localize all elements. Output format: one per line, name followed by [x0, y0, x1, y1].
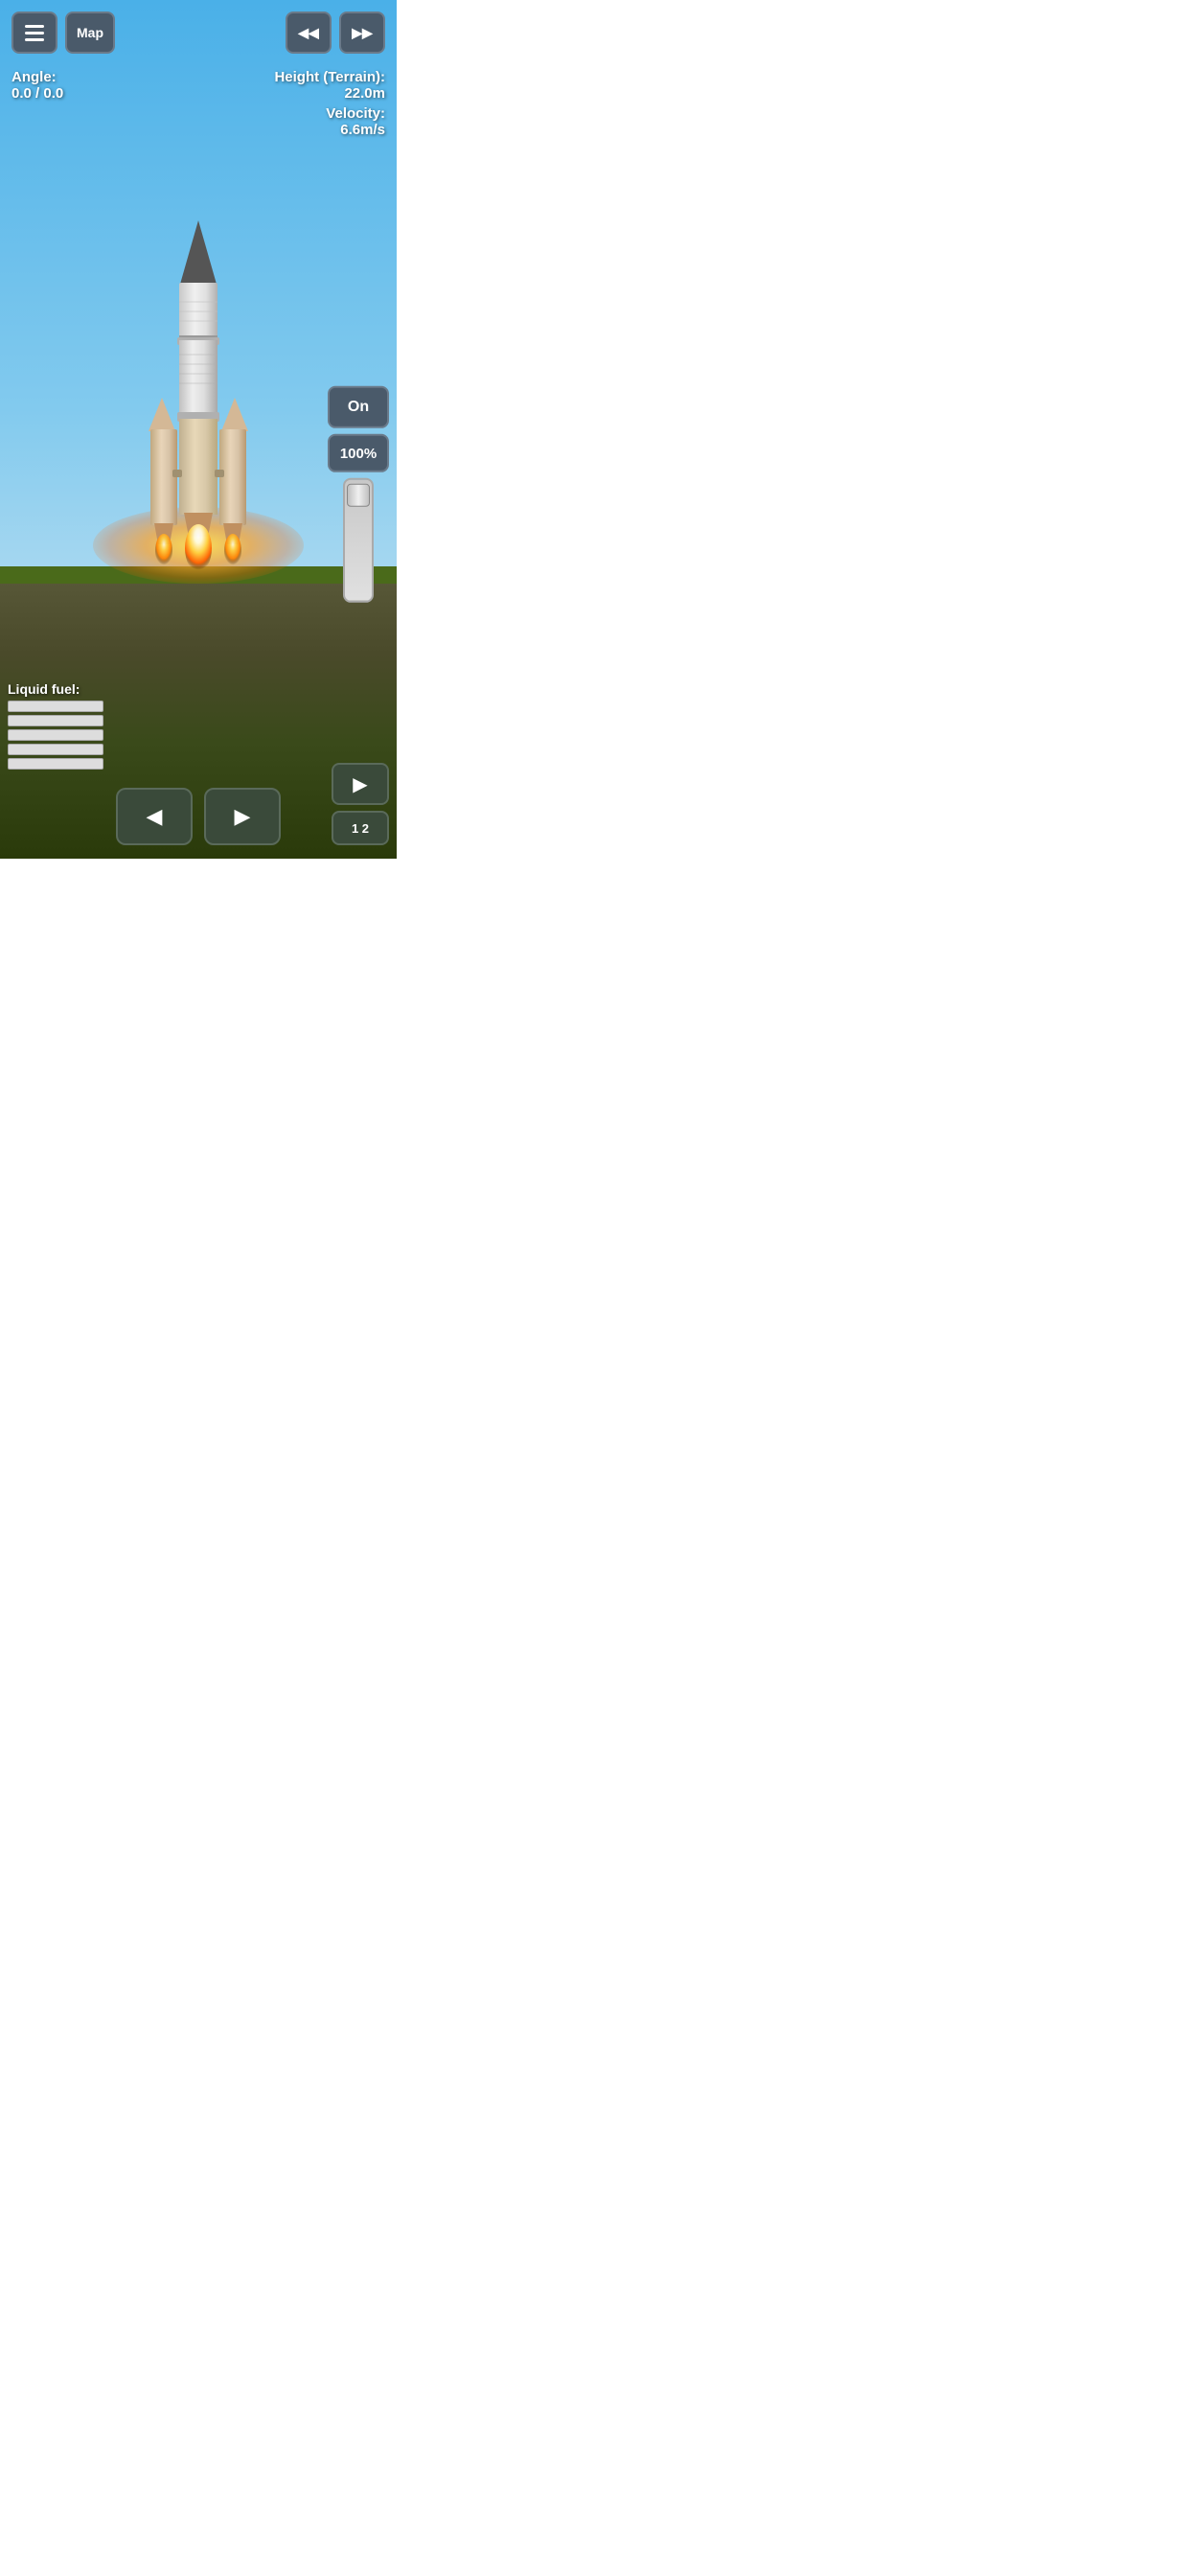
- hud-left: Angle: 0.0 / 0.0: [11, 69, 63, 102]
- fuel-panel: Liquid fuel:: [8, 681, 103, 772]
- angle-label: Angle:: [11, 69, 63, 85]
- fuel-bar-3: [8, 729, 103, 741]
- map-button[interactable]: Map: [65, 12, 115, 54]
- stages-button[interactable]: 1 2: [332, 811, 389, 845]
- fuel-bar-4: [8, 744, 103, 755]
- rotate-left-button[interactable]: ◀: [116, 788, 193, 845]
- angle-value: 0.0 / 0.0: [11, 85, 63, 102]
- fuel-bar-1: [8, 701, 103, 712]
- throttle-handle: [347, 484, 370, 507]
- play-icon: ▶: [353, 772, 367, 796]
- rocket: [93, 211, 304, 618]
- hud-right: Height (Terrain): 22.0m Velocity: 6.6m/s: [274, 69, 385, 138]
- map-label: Map: [77, 25, 103, 40]
- right-panel: On 100%: [328, 386, 389, 603]
- fuel-bar-5: [8, 758, 103, 770]
- rotate-right-button[interactable]: ▶: [204, 788, 281, 845]
- rocket-svg: [93, 211, 304, 613]
- on-label: On: [348, 399, 369, 416]
- rewind-icon: ◀◀: [298, 25, 319, 41]
- height-value: 22.0m: [274, 85, 385, 102]
- fuel-bar-2: [8, 715, 103, 726]
- fastforward-button[interactable]: ▶▶: [339, 12, 385, 54]
- throttle-slider[interactable]: [343, 478, 374, 603]
- nose-cone: [179, 220, 217, 288]
- throttle-percent: 100%: [340, 445, 377, 461]
- stages-label: 1 2: [352, 821, 369, 836]
- right-arrow-icon: ▶: [235, 804, 251, 829]
- velocity-value: 6.6m/s: [274, 122, 385, 138]
- toolbar-left: Map: [11, 12, 115, 54]
- hamburger-icon: [25, 25, 44, 41]
- velocity-label: Velocity:: [274, 105, 385, 122]
- menu-button[interactable]: [11, 12, 57, 54]
- engine-on-button[interactable]: On: [328, 386, 389, 428]
- fastforward-icon: ▶▶: [352, 25, 373, 41]
- left-arrow-icon: ◀: [147, 804, 163, 829]
- fuel-label: Liquid fuel:: [8, 681, 103, 697]
- throttle-display: 100%: [328, 434, 389, 472]
- rewind-button[interactable]: ◀◀: [286, 12, 332, 54]
- height-label: Height (Terrain):: [274, 69, 385, 85]
- toolbar-right: ◀◀ ▶▶: [286, 12, 385, 54]
- play-button[interactable]: ▶: [332, 763, 389, 805]
- toolbar: Map ◀◀ ▶▶: [0, 12, 397, 54]
- bottom-right-buttons: ▶ 1 2: [332, 763, 389, 845]
